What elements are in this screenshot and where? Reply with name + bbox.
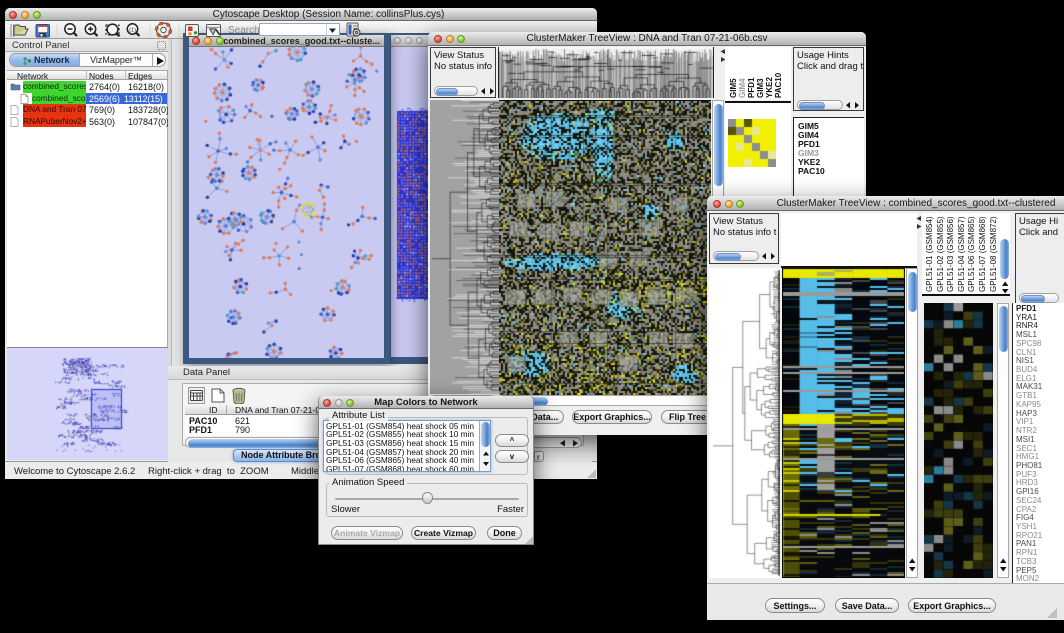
svg-text:(1): (1)	[129, 27, 136, 33]
